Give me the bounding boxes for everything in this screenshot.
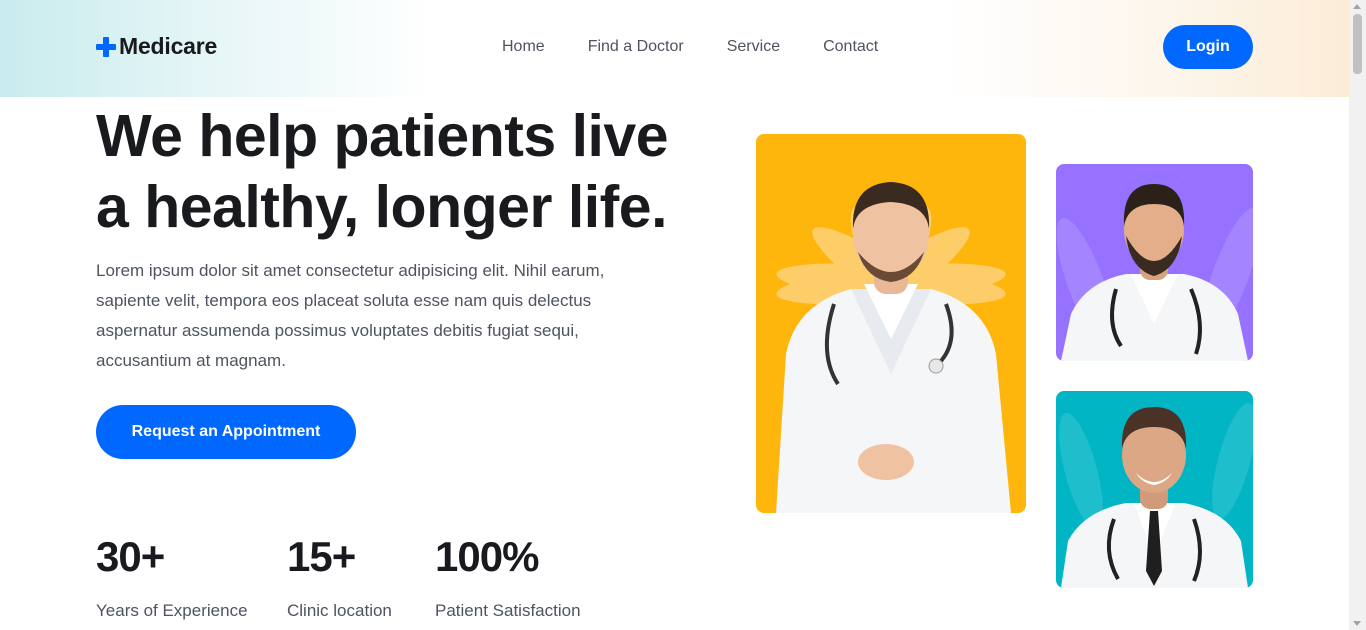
plus-icon [96,36,116,57]
scroll-down-arrow-icon[interactable] [1353,621,1361,626]
scrollbar-thumb[interactable] [1353,14,1362,74]
stat-value: 30+ [96,533,248,581]
hero-title-line-2: a healthy, longer life. [96,174,667,240]
nav-item-service[interactable]: Service [727,38,780,56]
doctor-photo-main [756,134,1026,513]
page-scrollbar[interactable] [1349,0,1366,630]
stat-label: Clinic location [287,601,392,620]
nav-item-contact[interactable]: Contact [823,38,878,56]
hero-title-line-1: We help patients live [96,103,669,169]
main-nav: Home Find a Doctor Service Contact [502,38,878,56]
nav-item-find-a-doctor[interactable]: Find a Doctor [588,38,684,56]
login-button[interactable]: Login [1163,25,1253,69]
nav-item-home[interactable]: Home [502,38,545,56]
stat-years-experience: 30+ Years of Experience [96,533,248,621]
site-header: Medicare Home Find a Doctor Service Cont… [0,0,1349,97]
brand-logo[interactable]: Medicare [96,33,217,60]
hero-title: We help patients live a healthy, longer … [96,101,716,243]
doctor-illustration [756,134,1026,513]
scroll-up-arrow-icon[interactable] [1353,4,1361,9]
stat-value: 100% [435,533,581,581]
doctor-illustration [1056,164,1253,361]
stat-value: 15+ [287,533,392,581]
hero-description: Lorem ipsum dolor sit amet consectetur a… [96,261,605,370]
brand-name: Medicare [119,33,218,59]
stat-label: Years of Experience [96,601,248,620]
doctor-photo-secondary [1056,164,1253,361]
doctor-photo-tertiary [1056,391,1253,588]
stat-patient-satisfaction: 100% Patient Satisfaction [435,533,581,621]
stat-label: Patient Satisfaction [435,601,581,620]
stat-number: 15+ [287,533,356,580]
stat-number: 100% [435,533,539,580]
doctor-illustration [1056,391,1253,588]
request-appointment-button[interactable]: Request an Appointment [96,405,356,459]
stat-number: 30+ [96,533,165,580]
stat-clinic-locations: 15+ Clinic location [287,533,392,621]
